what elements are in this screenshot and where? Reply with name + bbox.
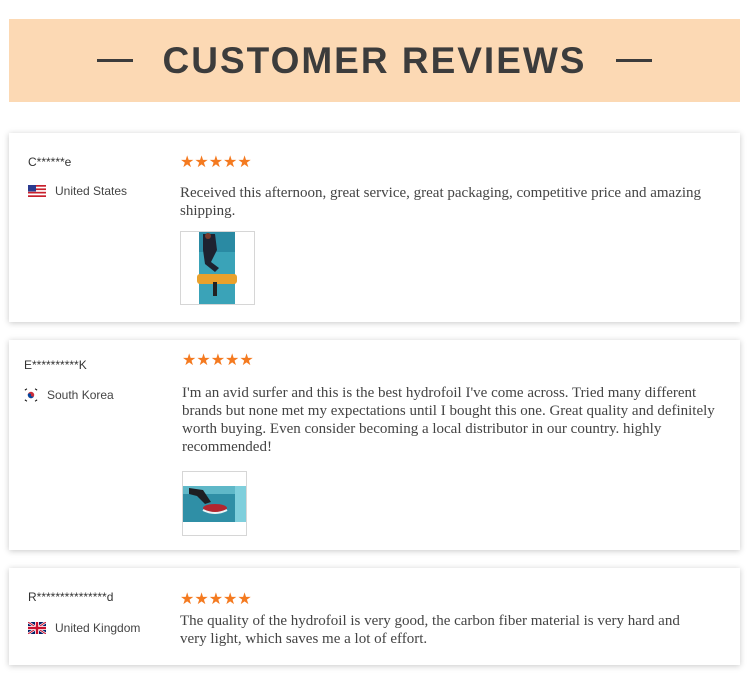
review-text: I'm an avid surfer and this is the best … bbox=[182, 385, 715, 455]
review-photo[interactable] bbox=[180, 231, 255, 305]
us-flag-icon bbox=[28, 185, 46, 197]
star-rating: ★★★★★ bbox=[182, 352, 254, 369]
reviewer-name: R***************d bbox=[28, 590, 114, 604]
surfboard-photo-image bbox=[183, 472, 246, 535]
header-left-dash bbox=[96, 59, 133, 62]
reviewer-country: United Kingdom bbox=[27, 621, 141, 635]
country-label: United Kingdom bbox=[55, 621, 141, 635]
surfer-photo-image bbox=[181, 232, 254, 304]
page-title: CUSTOMER REVIEWS bbox=[162, 39, 587, 81]
review-text: The quality of the hydrofoil is very goo… bbox=[180, 613, 680, 647]
review-card: C******e United States ★★★★★ Received th… bbox=[9, 133, 740, 322]
review-card: E**********K South Korea ★★★★★ I'm an av… bbox=[9, 340, 740, 550]
kr-flag-icon bbox=[24, 388, 38, 402]
review-text: Received this afternoon, great service, … bbox=[180, 185, 702, 219]
review-card: R***************d United Kingdom ★★★★★ T… bbox=[9, 568, 740, 665]
reviewer-name: C******e bbox=[28, 155, 72, 169]
star-rating: ★★★★★ bbox=[180, 591, 252, 608]
reviewer-country: United States bbox=[28, 184, 127, 198]
header-right-dash bbox=[616, 59, 653, 62]
reviewer-name: E**********K bbox=[24, 358, 87, 372]
country-label: South Korea bbox=[47, 388, 114, 402]
uk-flag-icon bbox=[27, 621, 47, 635]
reviews-header-banner: CUSTOMER REVIEWS bbox=[9, 19, 740, 102]
review-photo[interactable] bbox=[182, 471, 247, 536]
star-rating: ★★★★★ bbox=[180, 154, 252, 171]
reviewer-country: South Korea bbox=[24, 388, 114, 402]
country-label: United States bbox=[55, 184, 128, 198]
